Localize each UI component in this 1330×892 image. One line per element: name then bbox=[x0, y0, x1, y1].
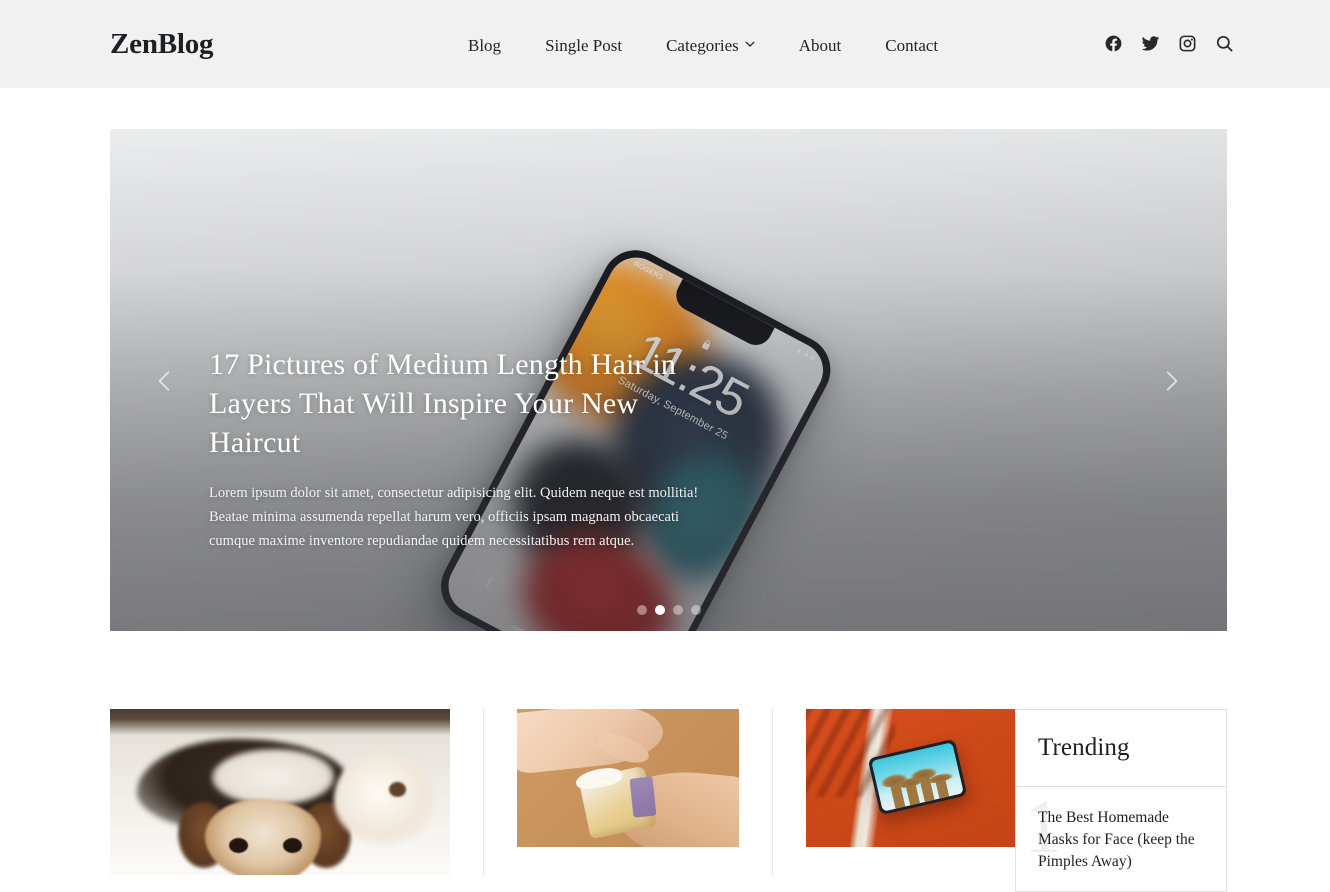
nav-item-about[interactable]: About bbox=[777, 34, 864, 58]
carousel-prev-arrow[interactable] bbox=[152, 368, 178, 394]
site-header: ZenBlog Blog Single Post Categories Abou… bbox=[0, 0, 1330, 88]
plush-toy-nose bbox=[388, 782, 406, 797]
puppy-photo bbox=[110, 709, 450, 875]
twitter-icon[interactable] bbox=[1141, 34, 1160, 53]
plush-toy bbox=[334, 752, 437, 846]
carousel-dot-4[interactable] bbox=[690, 605, 701, 615]
carousel-dot-2[interactable] bbox=[654, 605, 665, 615]
reaching-hand bbox=[517, 709, 667, 775]
site-logo[interactable]: ZenBlog bbox=[110, 28, 214, 61]
hero-content: 17 Pictures of Medium Length Hair in Lay… bbox=[209, 345, 719, 553]
palm-tree-2 bbox=[905, 783, 920, 805]
nav-label: Blog bbox=[468, 36, 502, 55]
facebook-icon[interactable] bbox=[1104, 34, 1123, 53]
nav-label: Categories bbox=[666, 36, 739, 55]
nav-label: About bbox=[798, 36, 842, 55]
trending-header: Trending bbox=[1016, 710, 1226, 787]
palm-tree-4 bbox=[934, 778, 949, 799]
post-card-tablet[interactable] bbox=[806, 709, 1028, 875]
card-tablet bbox=[806, 709, 1028, 847]
cake-frosting-cream bbox=[574, 765, 624, 793]
trending-list-item[interactable]: 1 The Best Homemade Masks for Face (keep… bbox=[1016, 787, 1226, 891]
carousel-dot-3[interactable] bbox=[672, 605, 683, 615]
carousel-dots bbox=[636, 605, 701, 615]
hero-slider: ROGERS ▲ ● ■ 11:25 Saturday, September 2… bbox=[110, 129, 1227, 631]
hero-description: Lorem ipsum dolor sit amet, consectetur … bbox=[209, 485, 699, 549]
puppy-back-patch bbox=[212, 748, 335, 806]
nav-item-contact[interactable]: Contact bbox=[863, 34, 960, 58]
column-divider-1 bbox=[483, 709, 484, 875]
nav-item-blog[interactable]: Blog bbox=[468, 34, 523, 58]
header-icon-group bbox=[1104, 34, 1234, 53]
nav-item-categories[interactable]: Categories bbox=[644, 34, 777, 58]
featured-post-card[interactable] bbox=[110, 709, 450, 875]
hero-title[interactable]: 17 Pictures of Medium Length Hair in Lay… bbox=[209, 345, 719, 462]
tablet-photo bbox=[806, 709, 1028, 847]
main-navigation: Blog Single Post Categories About Contac… bbox=[468, 34, 960, 58]
trending-title: Trending bbox=[1038, 734, 1130, 761]
carousel-dot-1[interactable] bbox=[636, 605, 647, 615]
card-cake bbox=[517, 709, 739, 847]
puppy-head bbox=[205, 798, 321, 875]
trending-item-title[interactable]: The Best Homemade Masks for Face (keep t… bbox=[1038, 809, 1195, 870]
nav-label: Single Post bbox=[545, 36, 623, 55]
carousel-next-arrow[interactable] bbox=[1158, 368, 1184, 394]
column-divider-2 bbox=[772, 709, 773, 875]
nav-item-single-post[interactable]: Single Post bbox=[523, 34, 644, 58]
card-puppy bbox=[110, 709, 450, 875]
nav-label: Contact bbox=[885, 36, 939, 55]
cake-frosting-purple bbox=[628, 776, 656, 818]
instagram-icon[interactable] bbox=[1178, 34, 1197, 53]
post-card-cake[interactable] bbox=[517, 709, 739, 875]
search-icon[interactable] bbox=[1215, 34, 1234, 53]
trending-sidebar: Trending 1 The Best Homemade Masks for F… bbox=[1015, 709, 1227, 892]
cake-photo bbox=[517, 709, 739, 847]
chevron-down-icon bbox=[745, 39, 755, 49]
